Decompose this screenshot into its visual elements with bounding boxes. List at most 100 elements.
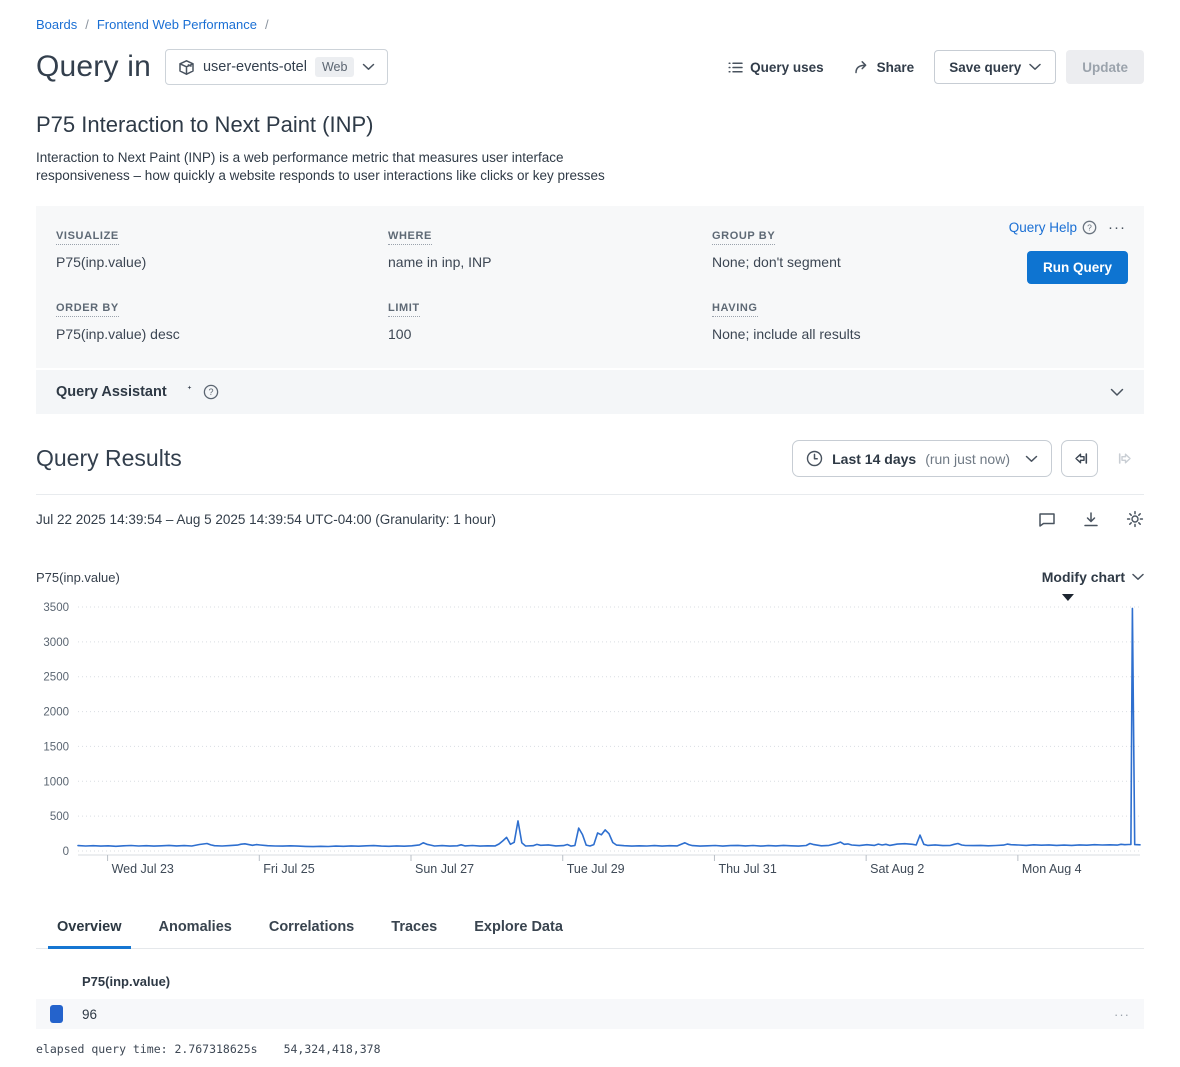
summary-table-row[interactable]: 96 ··· [36,999,1144,1029]
page-header: Query in user-events-otel Web Query uses [36,49,1144,85]
results-tabs: Overview Anomalies Correlations Traces E… [36,909,1144,949]
limit-clause[interactable]: LIMIT 100 [388,298,712,342]
order-by-label: ORDER BY [56,302,119,317]
run-query-button[interactable]: Run Query [1027,251,1128,284]
download-icon[interactable] [1083,511,1099,528]
help-circle-icon[interactable]: ? [203,384,219,400]
query-description: Interaction to Next Paint (INP) is a web… [36,149,626,185]
breadcrumb: Boards / Frontend Web Performance / [36,0,1144,32]
chevron-down-icon [1025,455,1038,463]
query-builder-panel: VISUALIZE P75(inp.value) WHERE name in i… [36,206,1144,368]
header-actions: Query uses Share Save query Update [718,50,1144,84]
save-query-button[interactable]: Save query [934,50,1056,84]
svg-text:3500: 3500 [43,602,69,614]
having-clause[interactable]: HAVING None; include all results [712,298,1124,342]
results-title: Query Results [36,445,182,472]
breadcrumb-boards[interactable]: Boards [36,17,77,32]
share-button[interactable]: Share [844,52,925,83]
date-range-row: Jul 22 2025 14:39:54 – Aug 5 2025 14:39:… [36,510,1144,528]
row-kebab-menu[interactable]: ··· [1114,1007,1130,1022]
clock-icon [806,450,823,467]
share-label: Share [877,60,915,75]
query-stats: elapsed query time: 2.767318625s 54,324,… [36,1042,1144,1056]
svg-text:1000: 1000 [43,777,69,789]
dataset-picker[interactable]: user-events-otel Web [165,49,388,85]
timeseries-chart[interactable]: 0500100015002000250030003500Wed Jul 23Fr… [36,593,1144,875]
chart-series-label: P75(inp.value) [36,570,120,585]
chevron-down-icon [1132,573,1144,581]
svg-text:0: 0 [63,846,69,858]
chevron-down-icon [362,63,375,71]
visualize-clause[interactable]: VISUALIZE P75(inp.value) [56,226,388,270]
svg-text:2500: 2500 [43,672,69,684]
dataset-env-badge: Web [315,57,354,77]
svg-text:?: ? [1087,223,1092,233]
history-forward-button[interactable] [1107,440,1144,477]
svg-text:?: ? [208,388,213,398]
comment-icon[interactable] [1038,511,1056,528]
tab-correlations[interactable]: Correlations [268,909,355,948]
panel-kebab-menu[interactable]: ··· [1106,219,1128,236]
page-title: Query in [36,50,151,84]
tab-overview[interactable]: Overview [56,909,123,948]
summary-value: 96 [82,1007,97,1022]
query-uses-button[interactable]: Query uses [718,52,834,83]
results-header: Query Results Last 14 days (run just now… [36,440,1144,495]
event-count: 54,324,418,378 [284,1042,381,1056]
summary-column-header: P75(inp.value) [36,974,1144,989]
modify-chart-dropdown[interactable]: Modify chart [1042,569,1144,585]
order-by-value[interactable]: P75(inp.value) desc [56,326,388,342]
svg-text:2000: 2000 [43,707,69,719]
time-range-label: Last 14 days [832,451,916,467]
tab-explore-data[interactable]: Explore Data [473,909,564,948]
share-arrow-icon [854,60,870,74]
group-by-label: GROUP BY [712,230,775,245]
time-range-note: (run just now) [925,451,1010,467]
query-assistant-bar[interactable]: Query Assistant ? [36,370,1144,414]
svg-text:Mon Aug 4: Mon Aug 4 [1022,862,1082,875]
sparkle-icon [176,384,194,401]
breadcrumb-board-name[interactable]: Frontend Web Performance [97,17,257,32]
modify-chart-label: Modify chart [1042,569,1125,585]
svg-text:Tue Jul 29: Tue Jul 29 [567,862,625,875]
order-by-clause[interactable]: ORDER BY P75(inp.value) desc [56,298,388,342]
query-help-link[interactable]: Query Help ? [1009,220,1097,235]
history-back-button[interactable] [1061,440,1098,477]
visualize-value[interactable]: P75(inp.value) [56,254,388,270]
tab-anomalies[interactable]: Anomalies [158,909,233,948]
query-page: Boards / Frontend Web Performance / Quer… [0,0,1180,1067]
query-heading: P75 Interaction to Next Paint (INP) [36,112,1144,138]
query-help-label: Query Help [1009,220,1077,235]
visualize-label: VISUALIZE [56,230,119,245]
where-label: WHERE [388,230,432,245]
having-label: HAVING [712,302,758,317]
svg-text:1500: 1500 [43,742,69,754]
update-button[interactable]: Update [1066,50,1144,84]
save-query-label: Save query [949,60,1021,75]
where-value[interactable]: name in inp, INP [388,254,712,270]
svg-text:Thu Jul 31: Thu Jul 31 [718,862,776,875]
limit-label: LIMIT [388,302,420,317]
svg-text:500: 500 [50,812,69,824]
series-swatch [50,1005,63,1023]
query-uses-label: Query uses [750,60,824,75]
time-range-dropdown[interactable]: Last 14 days (run just now) [792,440,1052,477]
cube-icon [178,59,195,76]
svg-text:3000: 3000 [43,637,69,649]
gear-icon[interactable] [1126,510,1144,528]
query-assistant-label: Query Assistant [56,384,167,400]
tab-traces[interactable]: Traces [390,909,438,948]
breadcrumb-separator: / [85,17,89,32]
svg-text:Wed Jul 23: Wed Jul 23 [112,862,174,875]
chevron-down-icon [1029,63,1041,71]
date-range-text: Jul 22 2025 14:39:54 – Aug 5 2025 14:39:… [36,512,496,527]
breadcrumb-separator: / [265,17,269,32]
svg-text:Sun Jul 27: Sun Jul 27 [415,862,474,875]
assistant-expand-chevron[interactable] [1110,388,1124,397]
having-value[interactable]: None; include all results [712,326,1124,342]
list-icon [728,61,743,74]
elapsed-time: elapsed query time: 2.767318625s [36,1042,258,1056]
limit-value[interactable]: 100 [388,326,712,342]
svg-text:Sat Aug 2: Sat Aug 2 [870,862,924,875]
where-clause[interactable]: WHERE name in inp, INP [388,226,712,270]
